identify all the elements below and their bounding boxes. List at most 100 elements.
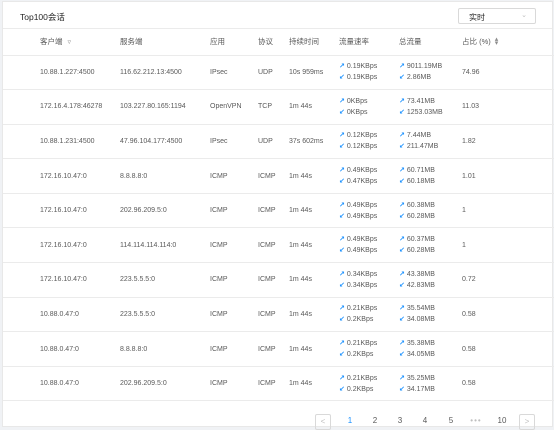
total-down-value: 42.83MB — [406, 281, 435, 289]
arrow-down-left-icon: ↙ — [339, 212, 345, 220]
app-cell: OpenVPN — [210, 103, 242, 111]
table-body: 10.88.1.227:4500 116.62.212.13:4500 IPsec U… — [3, 55, 554, 401]
percent-cell: 0.58 — [462, 380, 476, 388]
arrow-down-left-icon: ↙ — [399, 281, 405, 289]
arrow-down-left-icon: ↙ — [339, 178, 345, 186]
rate-up-line: ↗ 0KBps — [339, 96, 399, 107]
total-down-line: ↙ 60.18MB — [399, 176, 462, 187]
arrow-up-right-icon: ↗ — [339, 340, 345, 348]
top100-sessions-panel: Top100会话 实时 ⌄ 客户端 ▿ 服务端 应用 协议 持续时间 流量速率 总… — [2, 1, 554, 430]
total-down-value: 60.28MB — [406, 212, 435, 220]
total-up-line: ↗ 35.54MB — [399, 303, 462, 314]
col-percent[interactable]: 占比 (%) ▴ ▾ — [462, 29, 554, 56]
table-row[interactable]: 10.88.0.47:0 202.96.209.5:0 ICMP ICMP 1m 44s… — [3, 366, 554, 401]
total-up-line: ↗ 35.25MB — [399, 373, 462, 384]
arrow-up-right-icon: ↗ — [339, 97, 345, 105]
duration-cell: 1m 44s — [289, 310, 312, 318]
total-up-value: 35.38MB — [406, 340, 435, 348]
total-up-line: ↗ 35.38MB — [399, 338, 462, 349]
client-cell: 172.16.10.47:0 — [40, 241, 87, 249]
arrow-down-left-icon: ↙ — [339, 74, 345, 82]
rate-down-value: 0.49KBps — [346, 212, 378, 220]
time-range-select[interactable]: 实时 ⌄ — [458, 8, 536, 24]
rate-up-line: ↗ 0.19KBps — [339, 61, 399, 72]
total-up-line: ↗ 9011.19MB — [399, 61, 462, 72]
total-down-line: ↙ 34.17MB — [399, 384, 462, 395]
rate-up-value: 0.49KBps — [346, 201, 378, 209]
rate-down-line: ↙ 0KBps — [339, 107, 399, 118]
rate-up-line: ↗ 0.21KBps — [339, 303, 399, 314]
rate-up-value: 0.21KBps — [346, 305, 378, 313]
protocol-cell: UDP — [258, 68, 273, 76]
total-down-line: ↙ 34.08MB — [399, 314, 462, 325]
total-down-value: 2.86MB — [406, 74, 431, 82]
arrow-up-right-icon: ↗ — [339, 201, 345, 209]
chevron-down-icon: ⌄ — [521, 12, 527, 19]
rate-down-value: 0KBps — [346, 108, 368, 116]
arrow-down-left-icon: ↙ — [399, 247, 405, 255]
percent-cell: 1 — [462, 207, 466, 215]
arrow-down-left-icon: ↙ — [399, 74, 405, 82]
duration-cell: 1m 44s — [289, 380, 312, 388]
app-cell: ICMP — [210, 241, 228, 249]
pagination: < 1 2 3 4 5 ••• 10 > — [3, 410, 554, 430]
rate-up-line: ↗ 0.21KBps — [339, 373, 399, 384]
rate-cell: ↗ 0.49KBps ↙ 0.47KBps — [339, 159, 399, 194]
rate-down-line: ↙ 0.19KBps — [339, 72, 399, 83]
table-row[interactable]: 10.88.0.47:0 223.5.5.5:0 ICMP ICMP 1m 44s ↗ 0.… — [3, 297, 554, 332]
rate-cell: ↗ 0KBps ↙ 0KBps — [339, 90, 399, 125]
total-down-value: 1253.03MB — [406, 108, 443, 116]
app-cell: IPsec — [210, 68, 228, 76]
arrow-down-left-icon: ↙ — [339, 316, 345, 324]
percent-cell: 1 — [462, 241, 466, 249]
rate-up-line: ↗ 0.49KBps — [339, 165, 399, 176]
rate-down-value: 0.49KBps — [346, 247, 378, 255]
col-total: 总流量 — [399, 29, 462, 56]
total-up-value: 35.25MB — [406, 374, 435, 382]
total-down-line: ↙ 2.86MB — [399, 72, 462, 83]
table-row[interactable]: 10.88.0.47:0 8.8.8.8:0 ICMP ICMP 1m 44s ↗ 0.21… — [3, 332, 554, 367]
duration-cell: 1m 44s — [289, 241, 312, 249]
percent-cell: 0.58 — [462, 345, 476, 353]
total-up-value: 35.54MB — [406, 305, 435, 313]
protocol-cell: ICMP — [258, 310, 276, 318]
rate-down-value: 0.12KBps — [346, 143, 378, 151]
total-up-value: 43.38MB — [406, 270, 435, 278]
app-cell: ICMP — [210, 207, 228, 215]
app-cell: ICMP — [210, 276, 228, 284]
duration-cell: 1m 44s — [289, 172, 312, 180]
filter-icon[interactable]: ▿ — [68, 38, 72, 46]
percent-cell: 1.82 — [462, 137, 476, 145]
table-row[interactable]: 172.16.4.178:46278 103.227.80.165:1194 Ope… — [3, 90, 554, 125]
table-row[interactable]: 10.88.1.231:4500 47.96.104.177:4500 IPsec U… — [3, 124, 554, 159]
arrow-up-right-icon: ↗ — [399, 97, 405, 105]
sort-icon[interactable]: ▴ ▾ — [495, 36, 499, 47]
arrow-down-left-icon: ↙ — [399, 108, 405, 116]
total-cell: ↗ 35.54MB ↙ 34.08MB — [399, 297, 462, 332]
server-cell: 116.62.212.13:4500 — [120, 68, 182, 76]
table-row[interactable]: 10.88.1.227:4500 116.62.212.13:4500 IPsec U… — [3, 55, 554, 90]
rate-down-value: 0.34KBps — [346, 281, 378, 289]
protocol-cell: UDP — [258, 137, 273, 145]
arrow-down-left-icon: ↙ — [339, 385, 345, 393]
table-row[interactable]: 172.16.10.47:0 202.96.209.5:0 ICMP ICMP 1m 4… — [3, 193, 554, 228]
total-up-value: 60.38MB — [406, 201, 435, 209]
table-row[interactable]: 172.16.10.47:0 114.114.114.114:0 ICMP ICMP 1… — [3, 228, 554, 263]
rate-down-line: ↙ 0.12KBps — [339, 141, 399, 152]
total-down-line: ↙ 42.83MB — [399, 280, 462, 291]
client-cell: 172.16.10.47:0 — [40, 276, 87, 284]
rate-down-line: ↙ 0.34KBps — [339, 280, 399, 291]
protocol-cell: TCP — [258, 103, 272, 111]
app-cell: ICMP — [210, 310, 228, 318]
rate-up-value: 0.49KBps — [346, 236, 378, 244]
client-cell: 10.88.0.47:0 — [40, 345, 79, 353]
server-cell: 8.8.8.8:0 — [120, 345, 148, 353]
client-cell: 172.16.4.178:46278 — [40, 103, 103, 111]
rate-cell: ↗ 0.49KBps ↙ 0.49KBps — [339, 193, 399, 228]
table-row[interactable]: 172.16.10.47:0 223.5.5.5:0 ICMP ICMP 1m 44s ↗… — [3, 263, 554, 298]
protocol-cell: ICMP — [258, 172, 276, 180]
arrow-up-right-icon: ↗ — [339, 305, 345, 313]
server-cell: 223.5.5.5:0 — [120, 310, 156, 318]
total-cell: ↗ 60.37MB ↙ 60.28MB — [399, 228, 462, 263]
table-row[interactable]: 172.16.10.47:0 8.8.8.8:0 ICMP ICMP 1m 44s ↗ 0.… — [3, 159, 554, 194]
